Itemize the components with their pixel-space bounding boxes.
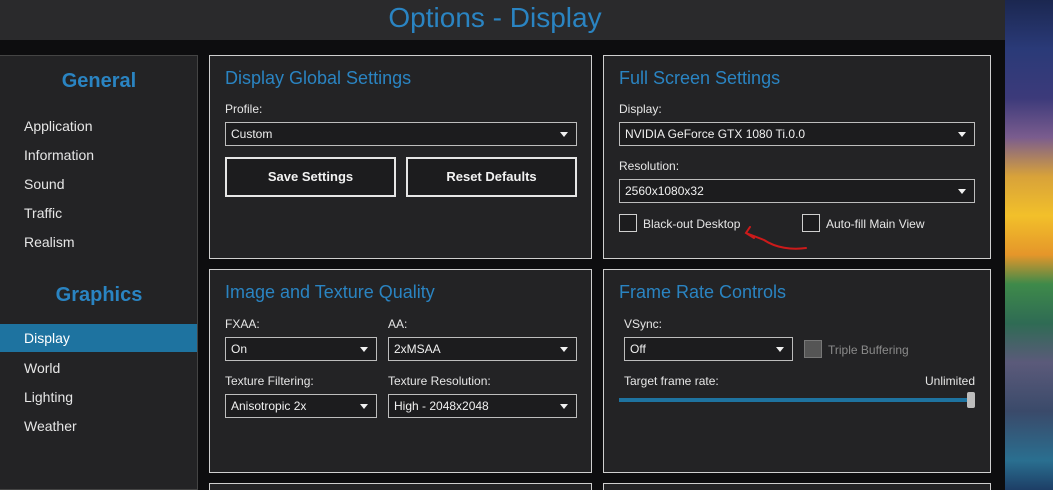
panel-title: Image and Texture Quality xyxy=(225,282,435,302)
display-value: NVIDIA GeForce GTX 1080 Ti.0.0 xyxy=(625,127,806,141)
display-select[interactable]: NVIDIA GeForce GTX 1080 Ti.0.0 xyxy=(619,122,975,146)
sidebar-item-sound[interactable]: Sound xyxy=(0,170,197,198)
vsync-select[interactable]: Off xyxy=(624,337,793,361)
sidebar: General Application Information Sound Tr… xyxy=(0,55,198,490)
reset-defaults-button[interactable]: Reset Defaults xyxy=(406,157,577,197)
vsync-label: VSync: xyxy=(624,317,663,331)
sidebar-item-display[interactable]: Display xyxy=(0,324,197,352)
chevron-down-icon xyxy=(776,347,784,352)
texture-filtering-select[interactable]: Anisotropic 2x xyxy=(225,394,377,418)
target-frame-rate-value: Unlimited xyxy=(924,374,975,388)
resolution-select[interactable]: 2560x1080x32 xyxy=(619,179,975,203)
next-panel-left xyxy=(209,483,592,490)
blackout-desktop-label: Black-out Desktop xyxy=(643,217,741,231)
fxaa-select[interactable]: On xyxy=(225,337,377,361)
annotation-arrow-icon xyxy=(744,226,807,250)
background-scenery xyxy=(1005,0,1053,490)
texture-filtering-label: Texture Filtering: xyxy=(225,374,314,388)
sidebar-item-information[interactable]: Information xyxy=(0,141,197,169)
slider-handle[interactable] xyxy=(967,392,975,408)
target-frame-rate-label: Target frame rate: xyxy=(624,374,719,388)
aa-label: AA: xyxy=(388,317,408,331)
full-screen-panel: Full Screen Settings Display: NVIDIA GeF… xyxy=(603,55,991,259)
fxaa-value: On xyxy=(231,342,248,356)
chevron-down-icon xyxy=(958,132,966,137)
sidebar-item-traffic[interactable]: Traffic xyxy=(0,199,197,227)
blackout-desktop-checkbox[interactable] xyxy=(619,214,637,232)
window-title: Options - Display xyxy=(388,2,602,33)
chevron-down-icon xyxy=(958,189,966,194)
panel-title: Display Global Settings xyxy=(225,68,412,88)
frame-rate-panel: Frame Rate Controls VSync: Off Triple Bu… xyxy=(603,269,991,473)
sidebar-item-application[interactable]: Application xyxy=(0,112,197,140)
sidebar-heading-graphics: Graphics xyxy=(55,284,143,306)
aa-select[interactable]: 2xMSAA xyxy=(388,337,577,361)
sidebar-item-realism[interactable]: Realism xyxy=(0,228,197,256)
autofill-main-view-label: Auto-fill Main View xyxy=(826,217,925,231)
triple-buffering-checkbox[interactable] xyxy=(804,340,822,358)
save-settings-button[interactable]: Save Settings xyxy=(225,157,396,197)
chevron-down-icon xyxy=(360,404,368,409)
target-frame-rate-slider[interactable] xyxy=(619,398,975,402)
triple-buffering-label: Triple Buffering xyxy=(828,343,909,357)
display-global-panel: Display Global Settings Profile: Custom … xyxy=(209,55,592,259)
display-label: Display: xyxy=(619,102,662,116)
profile-label: Profile: xyxy=(225,102,263,116)
resolution-value: 2560x1080x32 xyxy=(625,184,704,198)
chevron-down-icon xyxy=(560,132,568,137)
chevron-down-icon xyxy=(560,347,568,352)
vsync-value: Off xyxy=(630,342,646,356)
chevron-down-icon xyxy=(560,404,568,409)
fxaa-label: FXAA: xyxy=(225,317,260,331)
sidebar-item-weather[interactable]: Weather xyxy=(0,412,197,440)
sidebar-heading-general: General xyxy=(61,70,137,92)
resolution-label: Resolution: xyxy=(619,159,680,173)
panel-title: Frame Rate Controls xyxy=(619,282,787,302)
next-panel-right xyxy=(603,483,991,490)
texture-resolution-label: Texture Resolution: xyxy=(388,374,491,388)
texture-resolution-value: High - 2048x2048 xyxy=(394,399,489,413)
sidebar-item-lighting[interactable]: Lighting xyxy=(0,383,197,411)
aa-value: 2xMSAA xyxy=(394,342,441,356)
texture-filtering-value: Anisotropic 2x xyxy=(231,399,307,413)
sidebar-item-world[interactable]: World xyxy=(0,354,197,382)
panel-title: Full Screen Settings xyxy=(619,68,781,88)
chevron-down-icon xyxy=(360,347,368,352)
title-bar: Options - Display xyxy=(0,0,1005,40)
image-texture-panel: Image and Texture Quality FXAA: On AA: 2… xyxy=(209,269,592,473)
texture-resolution-select[interactable]: High - 2048x2048 xyxy=(388,394,577,418)
profile-value: Custom xyxy=(231,127,273,141)
profile-select[interactable]: Custom xyxy=(225,122,577,146)
